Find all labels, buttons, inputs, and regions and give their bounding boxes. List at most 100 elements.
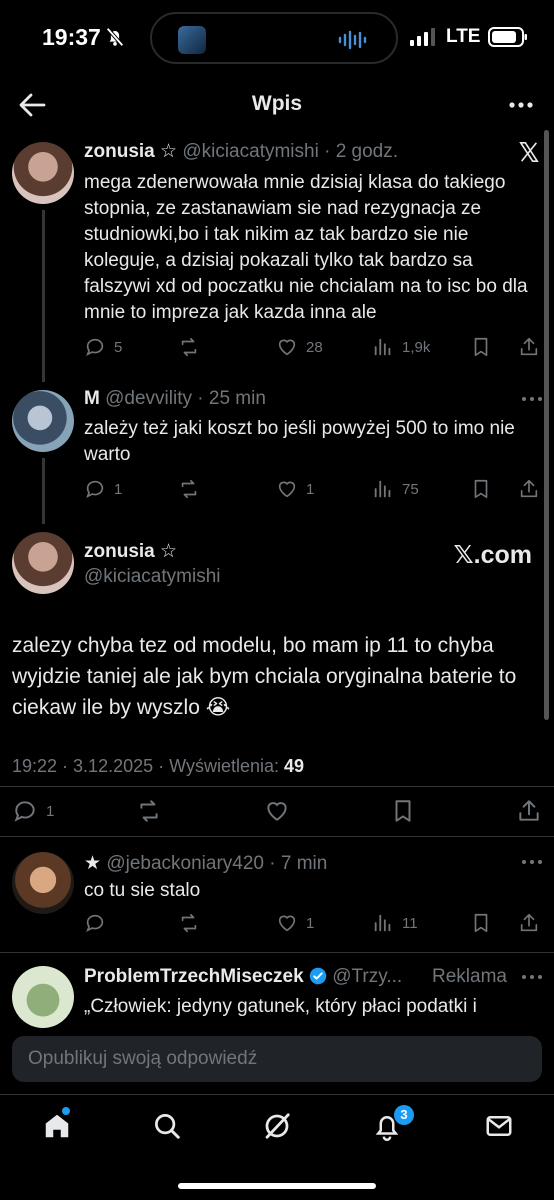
repost-button[interactable] [178,912,200,934]
main-tweet-handle-line: @kiciacatymishi [84,566,220,588]
handle[interactable]: @jebackoniary420 [106,853,264,874]
avatar[interactable] [12,142,74,204]
heart-icon [278,339,296,356]
status-bar: 19:37 LTE [0,0,554,76]
more-options-icon[interactable] [520,973,544,981]
like-button[interactable]: 28 [276,336,323,358]
reply-composer[interactable]: Opublikuj swoją odpowiedź [12,1036,542,1082]
grok-icon[interactable] [262,1111,292,1141]
display-name[interactable]: ProblemTrzechMiseczek [84,966,304,987]
main-tweet-text: zalezy chyba tez od modelu, bo mam ip 11… [12,634,517,719]
now-playing-artwork [178,26,206,54]
reply-button[interactable]: 5 [84,336,122,358]
post-time[interactable]: · 2 godz. [324,141,398,162]
search-icon[interactable] [152,1111,182,1141]
share-button[interactable] [518,478,540,500]
share-icon [520,337,538,356]
bookmark-button[interactable] [390,798,416,824]
battery-icon [488,27,527,47]
heart-icon [278,915,296,932]
views-chart-icon [374,914,391,932]
bookmark-button[interactable] [470,336,492,358]
avatar[interactable] [12,390,74,452]
post-time[interactable]: · 25 min [197,388,266,409]
like-button[interactable]: 1 [276,912,314,934]
thread-line [42,458,45,524]
heart-icon [278,481,296,498]
cellular-signal-icon [410,28,435,46]
home-icon[interactable] [42,1111,72,1141]
repost-button[interactable] [178,478,200,500]
scrollbar[interactable] [544,130,549,720]
repost-button[interactable] [136,798,162,824]
handle[interactable]: @Trzy... [332,966,402,987]
ad-label: Reklama [432,966,507,987]
like-button[interactable] [264,798,290,824]
display-name[interactable]: zonusia ☆ [84,541,177,562]
x-com-watermark: 𝕏.com [453,541,533,569]
like-button[interactable]: 1 [276,478,314,500]
tweet-text: zależy też jaki koszt bo jeśli powyżej 5… [84,418,515,465]
post-time[interactable]: · 7 min [269,853,327,874]
view-count: 75 [402,480,419,498]
like-count: 28 [306,338,323,356]
more-options-icon[interactable] [508,94,534,116]
messages-icon[interactable] [484,1111,514,1141]
views-chart-icon [374,338,391,356]
handle[interactable]: @kiciacatymishi [182,141,318,162]
reply-icon [14,801,35,822]
top-bar: Wpis [0,76,554,134]
bell-muted-icon [106,27,124,47]
views-button[interactable]: 75 [372,478,419,500]
reply-icon [86,914,104,933]
home-indicator[interactable] [178,1183,376,1189]
handle[interactable]: @devvility [105,388,192,409]
display-name[interactable]: ★ [84,853,101,874]
tweet-text: mega zdenerwowała mnie dzisiaj klasa do … [84,172,528,323]
reply-input-placeholder: Opublikuj swoją odpowiedź [28,1048,258,1069]
reply-button[interactable] [84,912,106,934]
like-count: 1 [306,480,315,498]
tweet-header: M @devvility · 25 min [84,388,266,410]
share-button[interactable] [518,336,540,358]
share-icon [519,800,539,821]
repost-icon [181,337,197,357]
share-button[interactable] [516,798,542,824]
reply-button[interactable]: 1 [84,478,122,500]
view-count: 1,9k [402,338,431,356]
heart-icon [267,802,287,821]
reply-count: 1 [114,480,123,498]
network-type: LTE [446,26,481,47]
repost-icon [140,800,158,822]
clock: 19:37 [42,24,101,50]
display-name[interactable]: zonusia ☆ [84,141,177,162]
page-title: Wpis [251,92,303,115]
bookmark-button[interactable] [470,912,492,934]
timestamp[interactable]: 19:22 · 3.12.2025 · Wyświetlenia: [12,756,279,776]
bookmark-icon [474,913,488,933]
repost-icon [181,913,197,933]
reply-button[interactable]: 1 [12,798,54,824]
reply-count: 1 [46,802,55,820]
display-name[interactable]: M [84,388,100,409]
bookmark-icon [395,800,411,822]
views-button[interactable]: 11 [372,912,418,934]
repost-button[interactable] [178,336,200,358]
share-button[interactable] [518,912,540,934]
views-button[interactable]: 1,9k [372,336,430,358]
more-options-icon[interactable] [520,395,544,403]
repost-icon [181,479,197,499]
tweet-text: co tu sie stalo [84,880,201,901]
home-unread-dot [62,1107,70,1115]
share-icon [520,913,538,932]
avatar[interactable] [12,852,74,914]
reply-icon [86,480,104,499]
bookmark-button[interactable] [470,478,492,500]
avatar[interactable] [12,966,74,1028]
ad-header: ProblemTrzechMiseczek @Trzy... [84,966,402,988]
avatar[interactable] [12,532,74,594]
handle[interactable]: @kiciacatymishi [84,566,220,587]
divider [0,836,554,837]
more-options-icon[interactable] [520,858,544,866]
dynamic-island[interactable] [150,12,398,64]
